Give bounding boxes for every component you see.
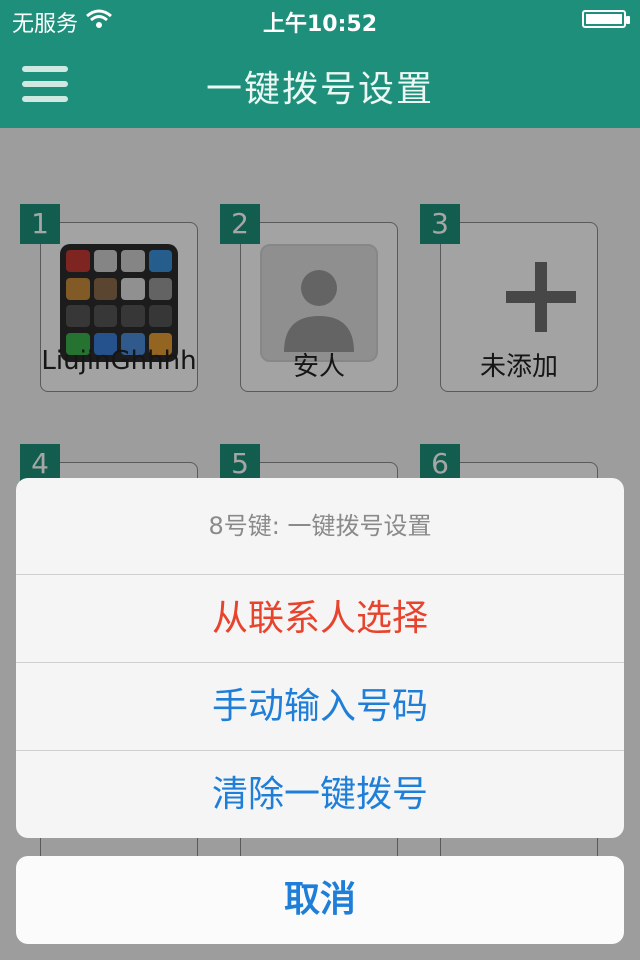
action-sheet: 8号键: 一键拨号设置 从联系人选择 手动输入号码 清除一键拨号: [16, 478, 624, 838]
battery-icon: [582, 10, 630, 28]
action-sheet-title: 8号键: 一键拨号设置: [16, 478, 624, 575]
choose-from-contacts-button[interactable]: 从联系人选择: [16, 575, 624, 663]
clear-speed-dial-button[interactable]: 清除一键拨号: [16, 751, 624, 838]
cancel-button[interactable]: 取消: [16, 856, 624, 944]
status-bar: 无服务 上午10:52: [0, 0, 640, 40]
navigation-bar: 一键拨号设置: [0, 40, 640, 128]
manual-input-button[interactable]: 手动输入号码: [16, 663, 624, 751]
clock: 上午10:52: [262, 12, 378, 37]
page-title: 一键拨号设置: [205, 69, 434, 110]
